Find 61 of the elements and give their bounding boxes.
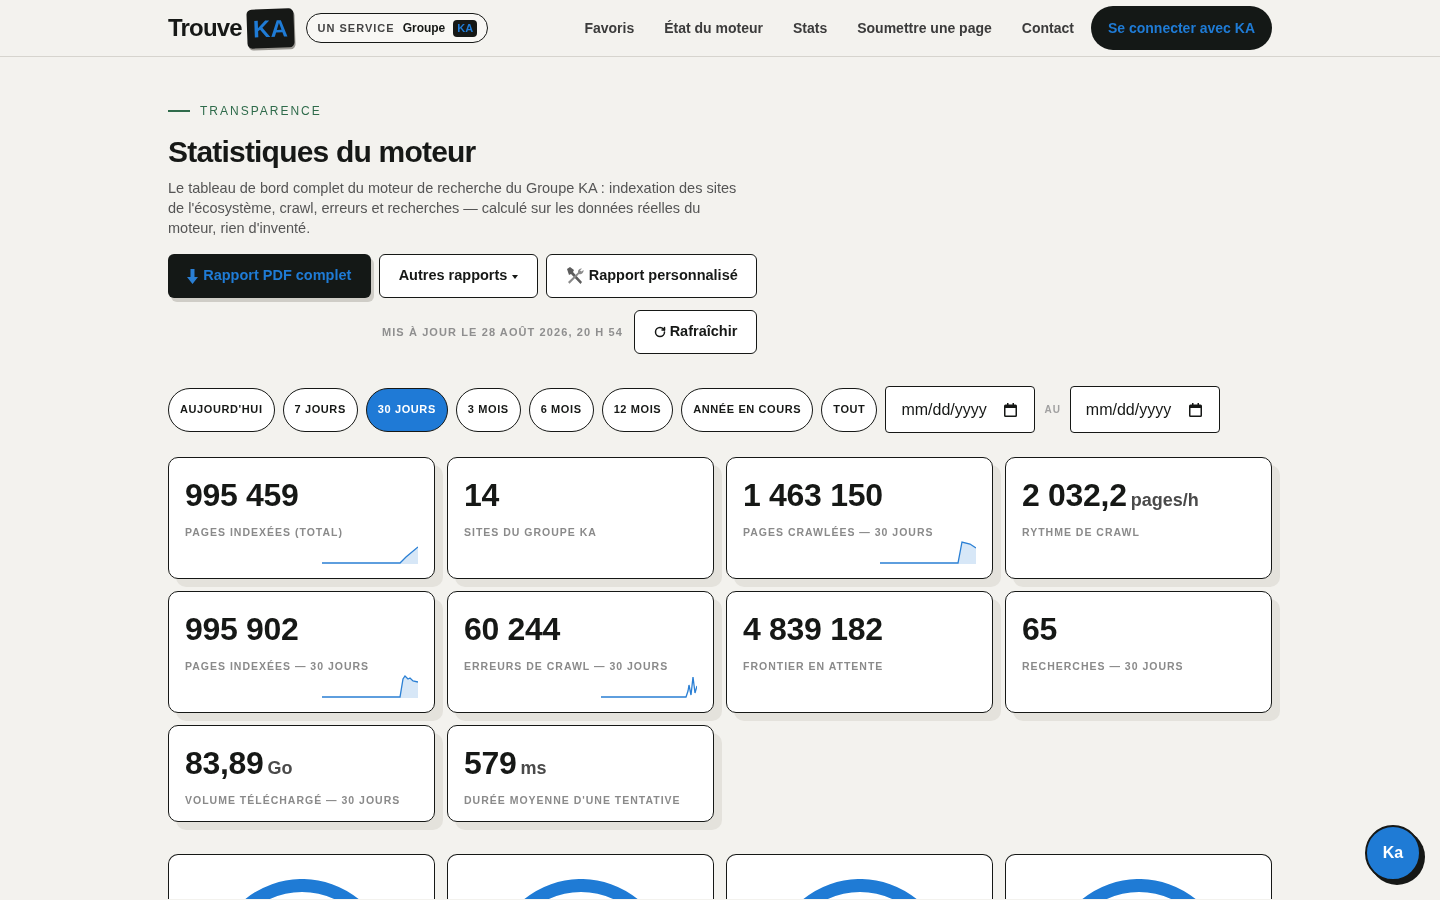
period-tab[interactable]: AUJOURD'HUI — [168, 387, 275, 432]
calendar-icon[interactable] — [1188, 403, 1202, 417]
metric-label: VOLUME TÉLÉCHARGÉ — 30 JOURS — [185, 793, 401, 807]
nav-link[interactable]: Contact — [1021, 17, 1074, 39]
caret-icon — [512, 275, 519, 279]
metric-unit: ms — [520, 757, 547, 779]
page-description: Le tableau de bord complet du moteur de recherche du Groupe KA : indexation des sites de l'écosystème, crawl, erreurs et recherches — calculé sur les données réelles du moteur, rien d'inventé. — [168, 179, 738, 238]
metric-label: RECHERCHES — 30 JOURS — [1022, 659, 1184, 673]
badge-name: Groupe — [402, 20, 446, 37]
badge-tile: KA — [453, 19, 478, 37]
logo-word[interactable]: Trouve — [168, 10, 242, 46]
refresh-button[interactable]: Rafraîchir — [634, 310, 757, 354]
metric-label: SITES DU GROUPE KA — [464, 525, 597, 539]
metric-value: 60 244 — [464, 611, 561, 647]
date-field[interactable]: mm/dd/yyyy — [1069, 386, 1220, 433]
metric-label: PAGES INDEXÉES (TOTAL) — [185, 525, 343, 539]
download-arrow-icon — [187, 268, 199, 284]
nav-link[interactable]: Soumettre une page — [857, 17, 992, 39]
nav-link[interactable]: Stats — [792, 17, 828, 39]
metric-label: RYTHME DE CRAWL — [1022, 525, 1140, 539]
period-tab[interactable]: 3 MOIS — [455, 387, 521, 432]
nav-link[interactable]: Favoris — [584, 17, 635, 39]
chat-button[interactable]: Ka — [1365, 825, 1421, 881]
period-tab[interactable]: 12 MOIS — [601, 387, 674, 432]
metric-value: 995 902 — [185, 611, 299, 647]
metric-value: 995 459 — [185, 477, 299, 513]
period-tab[interactable]: ANNÉE EN COURS — [681, 387, 814, 432]
metric-label: PAGES INDEXÉES — 30 JOURS — [185, 659, 370, 673]
period-tab[interactable]: TOUT — [821, 387, 878, 432]
nav-link[interactable]: État du moteur — [664, 17, 763, 39]
eyebrow-rule — [168, 110, 190, 112]
hammer-and-wrench-icon — [565, 267, 584, 285]
period-tab[interactable]: 6 MOIS — [528, 387, 594, 432]
report-button[interactable]: Rapport personnalisé — [546, 254, 757, 298]
metric-label: FRONTIER EN ATTENTE — [743, 659, 884, 673]
metric-value: 65 — [1022, 611, 1057, 647]
service-badge[interactable]: UN SERVICE Groupe KA — [305, 13, 489, 43]
metric-label: ERREURS DE CRAWL — 30 JOURS — [464, 659, 669, 673]
metric-value: 2 032,2 — [1022, 477, 1127, 513]
page-title: Statistiques du moteur — [168, 134, 476, 170]
metric-value: 14 — [464, 477, 499, 513]
calendar-icon[interactable] — [1004, 403, 1018, 417]
report-button[interactable]: Autres rapports — [378, 254, 539, 298]
period-tab[interactable]: 30 JOURS — [365, 387, 448, 432]
login-button[interactable]: Se connecter avec KA — [1090, 6, 1272, 50]
metric-value: 579 — [464, 745, 517, 781]
refresh-icon — [653, 326, 666, 338]
date-range-separator: AU — [1043, 403, 1062, 417]
logo-tile[interactable]: KA — [246, 7, 295, 49]
updated-timestamp: MIS À JOUR LE 28 AOÛT 2026, 20 H 54 — [381, 324, 623, 340]
badge-prefix: UN SERVICE — [317, 20, 395, 36]
metric-unit: Go — [267, 757, 293, 779]
metric-label: DURÉE MOYENNE D'UNE TENTATIVE — [464, 793, 681, 807]
metric-value: 4 839 182 — [743, 611, 883, 647]
metric-unit: pages/h — [1130, 489, 1199, 511]
metric-value: 1 463 150 — [743, 477, 883, 513]
metric-value: 83,89 — [185, 745, 264, 781]
date-field[interactable]: mm/dd/yyyy — [885, 386, 1036, 433]
period-tab[interactable]: 7 JOURS — [282, 387, 358, 432]
eyebrow-label: TRANSPARENCE — [200, 103, 322, 119]
metric-label: PAGES CRAWLÉES — 30 JOURS — [743, 525, 934, 539]
